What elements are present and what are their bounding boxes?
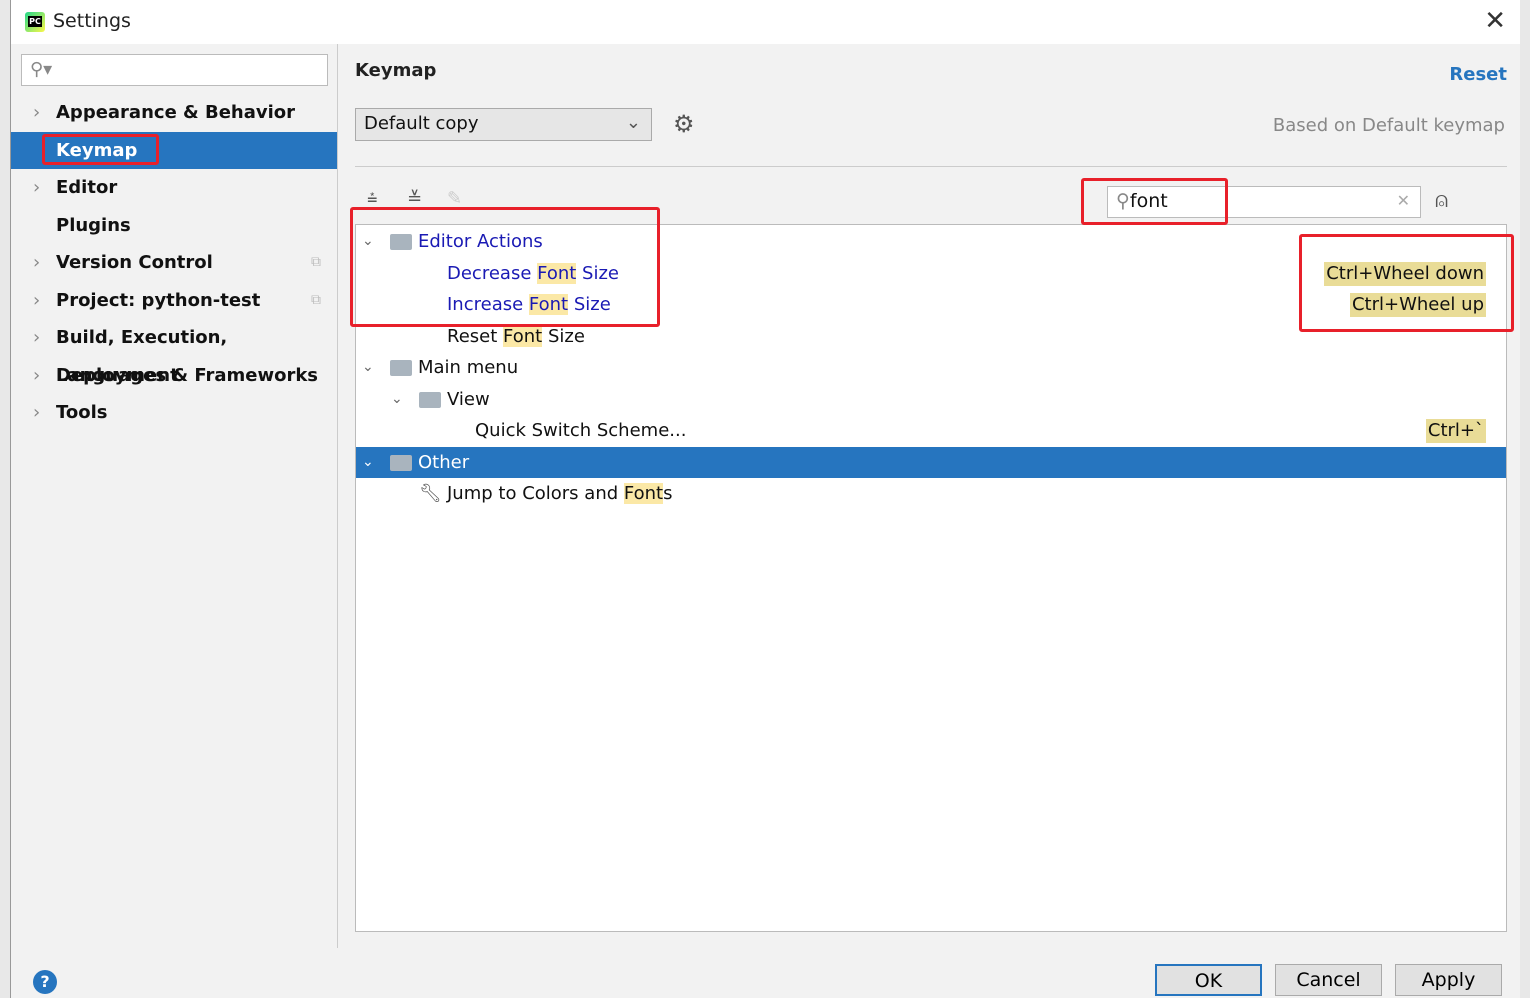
action-label: Main menu (418, 352, 518, 384)
tree-row[interactable]: 🔧︎ Jump to Colors and Fonts (356, 478, 1506, 510)
chevron-right-icon: › (33, 327, 41, 348)
search-icon: ⚲▾ (30, 59, 53, 80)
label: Plugins (56, 214, 131, 236)
label-text: Size (542, 325, 585, 347)
settings-sidebar: ⚲▾ › Appearance & Behavior Keymap › Editor… (11, 44, 338, 948)
reset-link[interactable]: Reset (1449, 64, 1507, 85)
label-text: Reset (447, 325, 504, 347)
keymap-value: Default copy (364, 113, 479, 134)
project-scope-icon: ⧉ (311, 291, 321, 308)
chevron-right-icon: › (33, 252, 41, 273)
close-icon[interactable]: ✕ (1484, 6, 1506, 36)
tree-row[interactable]: ⌄ Main menu (356, 352, 1506, 384)
sidebar-item-plugins[interactable]: Plugins (11, 207, 337, 245)
sidebar-item-languages[interactable]: › Languages & Frameworks (11, 357, 337, 395)
project-scope-icon: ⧉ (311, 254, 321, 270)
settings-dialog: PC Settings ✕ ⚲▾ › Appearance & Behavior … (10, 0, 1520, 998)
annotation-box (1299, 234, 1514, 332)
sidebar-item-build[interactable]: › Build, Execution, Deployment (11, 319, 337, 386)
match-highlight: Font (623, 483, 664, 504)
annotation-box (42, 134, 159, 165)
chevron-right-icon: › (33, 289, 41, 311)
clear-icon[interactable]: ✕ (1397, 191, 1410, 210)
label-text: Jump to Colors and (447, 483, 624, 504)
edit-icon[interactable]: ✎ (447, 188, 462, 209)
action-label: Quick Switch Scheme... (475, 415, 686, 447)
folder-icon (390, 360, 412, 376)
find-by-shortcut-icon[interactable]: ⍝ (1435, 188, 1448, 213)
sidebar-item-tools[interactable]: › Tools (11, 394, 337, 432)
label: Version Control (56, 252, 213, 273)
gear-icon[interactable]: ⚙ (673, 110, 695, 138)
chevron-right-icon: › (33, 364, 41, 386)
sidebar-item-editor[interactable]: › Editor (11, 169, 337, 207)
folder-icon (419, 391, 441, 408)
based-on-label: Based on Default keymap (1272, 115, 1505, 136)
chevron-down-icon[interactable]: ⌄ (362, 447, 374, 479)
label-text: Other (418, 451, 470, 473)
tree-row[interactable]: ⌄ View (356, 384, 1506, 416)
sidebar-item-version-control[interactable]: › Version Control ⧉ (11, 244, 337, 282)
wrench-icon: 🔧︎ (419, 483, 442, 504)
action-label: View (447, 384, 490, 416)
ok-button[interactable]: OK (1155, 964, 1262, 996)
keymap-select[interactable]: Default copy ⌄ (355, 108, 652, 141)
annotation-box (350, 207, 660, 327)
shortcut-badge: Ctrl+` (1425, 419, 1486, 443)
chevron-right-icon: › (33, 177, 41, 198)
dialog-footer: ? OK Cancel Apply (11, 948, 1520, 998)
label-text: Main menu (418, 357, 519, 378)
divider (355, 166, 1507, 167)
action-label: Other (418, 447, 469, 479)
label: Appearance & Behavior (56, 102, 296, 123)
chevron-down-icon[interactable]: ⌄ (391, 384, 403, 416)
apply-button[interactable]: Apply (1395, 964, 1502, 996)
label-text: s (663, 483, 673, 504)
settings-search-input[interactable]: ⚲▾ (21, 54, 328, 86)
label: Languages & Frameworks (56, 364, 319, 386)
collapse-all-icon[interactable]: ≚ (407, 188, 422, 209)
action-label: Jump to Colors and Fonts (447, 478, 672, 510)
expand-all-icon[interactable]: ⩮ (367, 188, 378, 209)
chevron-right-icon: › (33, 102, 41, 123)
chevron-down-icon[interactable]: ⌄ (362, 352, 374, 384)
pycharm-logo-icon: PC (25, 12, 45, 32)
label: Editor (56, 177, 118, 198)
keymap-panel: Keymap Reset Default copy ⌄ ⚙ Based on De… (355, 44, 1521, 948)
chevron-down-icon: ⌄ (625, 112, 641, 133)
sidebar-item-appearance[interactable]: › Appearance & Behavior (11, 94, 337, 132)
tree-row[interactable]: Quick Switch Scheme... Ctrl+` (356, 415, 1506, 447)
page-title: Keymap (355, 60, 437, 81)
tree-row[interactable]: ⌄ Other (356, 446, 1506, 479)
label: Project: python-test (56, 289, 261, 311)
chevron-right-icon: › (33, 402, 41, 423)
folder-icon (390, 454, 412, 471)
title-bar: PC Settings ✕ (11, 0, 1520, 44)
sidebar-item-project[interactable]: › Project: python-test ⧉ (11, 282, 337, 320)
help-icon[interactable]: ? (33, 970, 57, 994)
cancel-button[interactable]: Cancel (1275, 964, 1382, 996)
label: Tools (56, 402, 108, 423)
label-text: View (447, 388, 490, 410)
annotation-box (1081, 178, 1228, 225)
match-highlight: Font (503, 325, 543, 347)
label-text: Quick Switch Scheme... (475, 420, 687, 441)
window-title: Settings (53, 10, 131, 32)
